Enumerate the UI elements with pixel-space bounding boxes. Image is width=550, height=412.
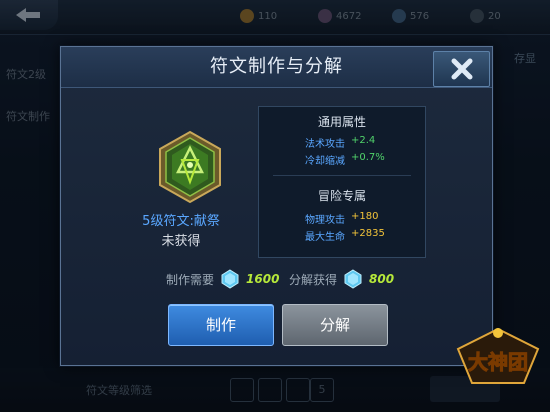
attr-value: +180 (351, 211, 379, 222)
dashentuan-logo: 大神团 (456, 327, 540, 384)
general-attr-title: 通用属性 (317, 115, 366, 129)
craft-cost: 制作需要 1600 (166, 269, 279, 289)
attribute-panel: 通用属性 法术攻击 +2.4 冷却缩减 +0.7% 冒险专属 物理攻击 +180… (258, 106, 426, 258)
crystal-icon (344, 269, 362, 289)
attr-row: 法术攻击 +2.4 (305, 135, 375, 150)
decompose-button[interactable]: 分解 (282, 304, 388, 346)
decompose-gain: 分解获得 800 (289, 269, 394, 289)
dialog-header: 符文制作与分解 (61, 47, 492, 88)
svg-text:大神团: 大神团 (468, 350, 528, 374)
attr-row: 冷却缩减 +0.7% (305, 152, 385, 167)
attr-name: 冷却缩减 (305, 156, 345, 167)
close-icon (451, 58, 472, 80)
dialog-title: 符文制作与分解 (210, 56, 343, 77)
attr-row: 物理攻击 +180 (305, 211, 378, 226)
rune-emblem-icon (159, 130, 221, 204)
attr-value: +2.4 (351, 135, 376, 146)
decompose-gain-value: 800 (369, 272, 395, 286)
attr-row: 最大生命 +2835 (305, 228, 385, 243)
attr-name: 最大生命 (305, 232, 345, 243)
decompose-gain-label: 分解获得 (289, 272, 338, 287)
adventure-attr-title: 冒险专属 (317, 189, 366, 203)
craft-cost-label: 制作需要 (166, 272, 215, 287)
attr-name: 物理攻击 (305, 215, 345, 226)
divider (273, 175, 411, 176)
attr-value: +2835 (351, 228, 385, 239)
close-button[interactable] (433, 51, 490, 87)
craft-cost-value: 1600 (246, 272, 280, 286)
craft-button[interactable]: 制作 (168, 304, 274, 346)
crystal-icon (221, 269, 239, 289)
attr-value: +0.7% (351, 152, 385, 163)
rune-craft-dialog: 符文制作与分解 5级符文:献祭 未获得 通用属性 法术攻击 +2.4 冷却缩减 … (60, 46, 493, 366)
attr-name: 法术攻击 (305, 139, 345, 150)
